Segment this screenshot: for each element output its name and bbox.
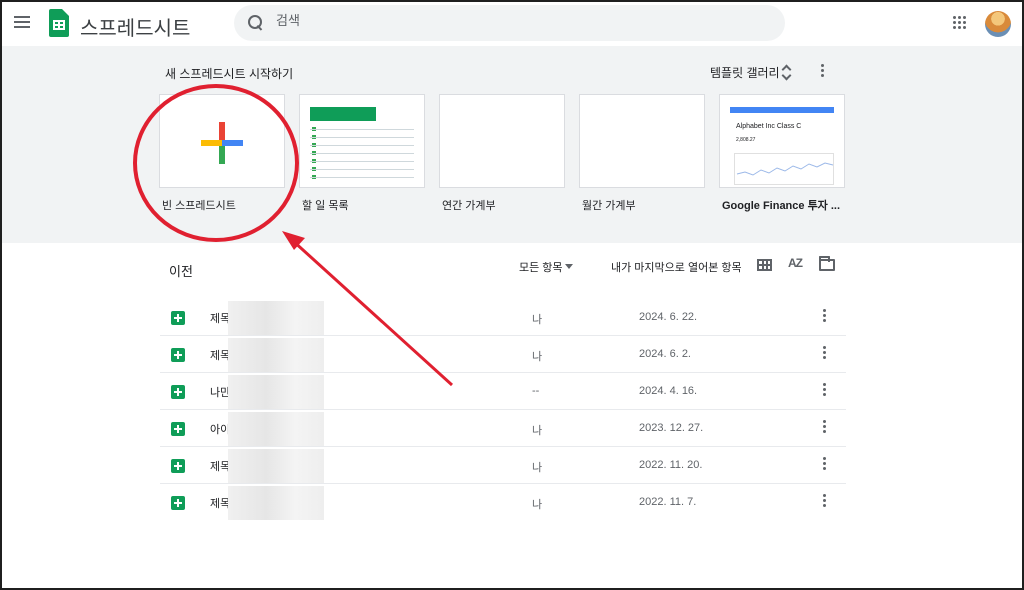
app-frame: 스프레드시트 새 스프레드시트 시작하기 템플릿 갤러리 빈 스프레드시트 xyxy=(0,0,1024,590)
more-vert-icon[interactable] xyxy=(823,494,827,510)
chevron-down-icon[interactable] xyxy=(565,264,573,269)
sort-az-icon[interactable]: AZ xyxy=(788,256,803,270)
search-bar[interactable] xyxy=(234,5,785,41)
avatar[interactable] xyxy=(985,11,1011,37)
sort-label[interactable]: 내가 마지막으로 열어본 항목 xyxy=(611,259,742,275)
app-title[interactable]: 스프레드시트 xyxy=(80,12,190,41)
file-row[interactable]: 제목 나 2024. 6. 22. xyxy=(160,299,846,336)
template-monthly-budget-card[interactable] xyxy=(579,94,705,188)
more-vert-icon[interactable] xyxy=(823,457,827,473)
more-vert-icon[interactable] xyxy=(821,64,825,80)
folder-icon[interactable] xyxy=(819,256,835,271)
redaction-blur xyxy=(228,338,324,372)
redaction-blur xyxy=(228,375,324,409)
redaction-blur xyxy=(228,449,324,483)
file-row[interactable]: 제목 나 2022. 11. 7. xyxy=(160,484,846,521)
sheet-file-icon xyxy=(171,496,185,510)
search-icon[interactable] xyxy=(248,15,262,29)
unfold-icon[interactable] xyxy=(780,64,792,80)
sheet-file-icon xyxy=(171,348,185,362)
file-row[interactable]: 제목 나 2024. 6. 2. xyxy=(160,336,846,373)
file-row[interactable]: 제목 나 2022. 11. 20. xyxy=(160,447,846,484)
template-gallery-button[interactable]: 템플릿 갤러리 xyxy=(710,64,780,81)
plus-icon xyxy=(201,122,243,164)
sheet-file-icon xyxy=(171,459,185,473)
search-input[interactable] xyxy=(276,13,756,28)
file-date: 2024. 6. 2. xyxy=(639,348,691,360)
apps-icon[interactable] xyxy=(953,16,967,30)
file-date: 2024. 4. 16. xyxy=(639,385,698,397)
template-label[interactable]: 빈 스프레드시트 xyxy=(162,197,236,213)
file-owner: 나 xyxy=(532,462,543,474)
template-annual-budget-card[interactable] xyxy=(439,94,565,188)
template-label[interactable]: 연간 가계부 xyxy=(442,197,496,213)
template-section: 새 스프레드시트 시작하기 템플릿 갤러리 빈 스프레드시트 할 일 목록 연간… xyxy=(2,46,1022,243)
template-label[interactable]: 할 일 목록 xyxy=(302,197,349,213)
file-owner: 나 xyxy=(532,351,543,363)
top-bar: 스프레드시트 xyxy=(2,2,1022,46)
template-finance-card[interactable]: Alphabet Inc Class C 2,808.27 xyxy=(719,94,845,188)
sheet-file-icon xyxy=(171,311,185,325)
more-vert-icon[interactable] xyxy=(823,420,827,436)
template-heading: 새 스프레드시트 시작하기 xyxy=(165,67,294,81)
file-date: 2022. 11. 20. xyxy=(639,459,703,471)
file-owner: 나 xyxy=(532,425,543,437)
redaction-blur xyxy=(228,301,324,335)
template-blank-card[interactable] xyxy=(159,94,285,188)
file-date: 2024. 6. 22. xyxy=(639,311,698,323)
file-date: 2022. 11. 7. xyxy=(639,496,697,508)
template-label[interactable]: Google Finance 투자 ... xyxy=(722,197,840,213)
redaction-blur xyxy=(228,486,324,520)
sheet-file-icon xyxy=(171,422,185,436)
finance-preview-chart xyxy=(734,153,834,185)
file-row[interactable]: 나만 -- 2024. 4. 16. xyxy=(160,373,846,410)
file-owner: -- xyxy=(532,385,540,397)
more-vert-icon[interactable] xyxy=(823,346,827,362)
more-vert-icon[interactable] xyxy=(823,309,827,325)
recent-title: 이전 xyxy=(169,264,193,279)
grid-view-icon[interactable] xyxy=(757,259,772,271)
owner-filter-dropdown[interactable]: 모든 항목 xyxy=(519,259,563,275)
menu-icon[interactable] xyxy=(14,16,30,30)
finance-preview-title: Alphabet Inc Class C xyxy=(736,123,802,130)
template-todo-card[interactable] xyxy=(299,94,425,188)
template-label[interactable]: 월간 가계부 xyxy=(582,197,636,213)
more-vert-icon[interactable] xyxy=(823,383,827,399)
file-date: 2023. 12. 27. xyxy=(639,422,704,434)
file-owner: 나 xyxy=(532,499,543,511)
sheets-logo-icon[interactable] xyxy=(49,9,69,37)
redaction-blur xyxy=(228,412,324,446)
file-row[interactable]: 아이 나 2023. 12. 27. xyxy=(160,410,846,447)
finance-preview-value: 2,808.27 xyxy=(736,137,756,143)
file-owner: 나 xyxy=(532,314,543,326)
sheet-file-icon xyxy=(171,385,185,399)
